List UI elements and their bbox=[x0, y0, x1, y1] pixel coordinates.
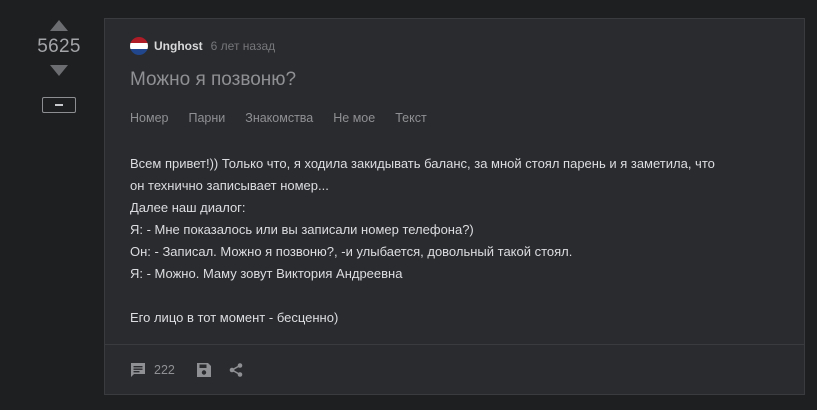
page: 5625 Unghost 6 лет назад Можно я позвоню… bbox=[0, 0, 817, 410]
upvote-button[interactable] bbox=[49, 18, 69, 32]
save-icon bbox=[196, 363, 211, 377]
body-line: Я: - Мне показалось или вы записали номе… bbox=[130, 222, 474, 237]
triangle-down-icon bbox=[50, 64, 68, 76]
tag-item[interactable]: Номер bbox=[130, 111, 168, 125]
share-icon bbox=[229, 363, 243, 377]
post-time: 6 лет назад bbox=[210, 39, 276, 53]
save-button[interactable] bbox=[196, 363, 211, 377]
post-footer: 222 bbox=[130, 359, 243, 381]
comments-button[interactable]: 222 bbox=[130, 362, 175, 378]
comments-count: 222 bbox=[154, 363, 175, 377]
minus-icon bbox=[55, 104, 63, 106]
body-line: Я: - Можно. Маму зовут Виктория Андреевн… bbox=[130, 266, 403, 281]
footer-divider bbox=[105, 344, 804, 345]
comment-icon bbox=[131, 363, 145, 377]
body-line: Всем привет!)) Только что, я ходила заки… bbox=[130, 156, 715, 171]
downvote-button[interactable] bbox=[49, 63, 69, 77]
body-line: он технично записывает номер... bbox=[130, 178, 329, 193]
tag-list: Номер Парни Знакомства Не мое Текст bbox=[130, 111, 427, 125]
post-body: Всем привет!)) Только что, я ходила заки… bbox=[130, 153, 790, 329]
body-line: Он: - Записал. Можно я позвоню?, -и улыб… bbox=[130, 244, 573, 259]
post-card: Unghost 6 лет назад Можно я позвоню? Ном… bbox=[104, 18, 805, 395]
share-button[interactable] bbox=[229, 363, 243, 377]
collapse-button[interactable] bbox=[42, 97, 76, 113]
tag-item[interactable]: Не мое bbox=[333, 111, 375, 125]
rating-score: 5625 bbox=[37, 36, 81, 57]
netherlands-flag-icon[interactable] bbox=[130, 37, 148, 55]
tag-item[interactable]: Знакомства bbox=[245, 111, 313, 125]
body-line: Далее наш диалог: bbox=[130, 200, 246, 215]
post-title[interactable]: Можно я позвоню? bbox=[130, 69, 296, 91]
rating-column: 5625 bbox=[30, 18, 88, 113]
post-header: Unghost 6 лет назад bbox=[130, 36, 275, 56]
body-line: Его лицо в тот момент - бесценно) bbox=[130, 310, 339, 325]
author-name[interactable]: Unghost bbox=[154, 39, 203, 53]
tag-item[interactable]: Текст bbox=[395, 111, 426, 125]
triangle-up-icon bbox=[50, 19, 68, 31]
tag-item[interactable]: Парни bbox=[188, 111, 225, 125]
